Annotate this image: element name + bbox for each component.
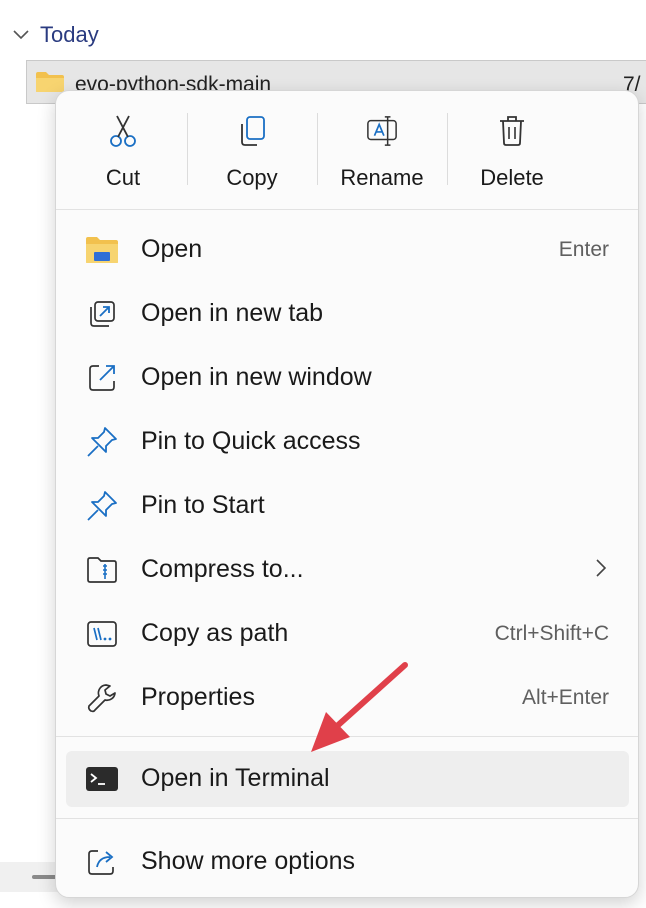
annotation-arrow: [311, 662, 408, 752]
